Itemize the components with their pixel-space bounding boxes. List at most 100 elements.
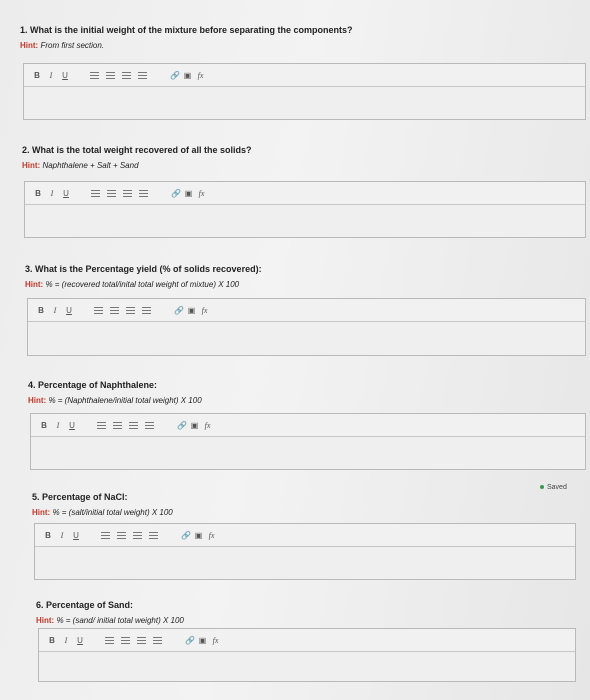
numbered-list-icon[interactable] [110, 306, 119, 314]
image-icon[interactable]: ▣ [184, 189, 193, 198]
answer-textarea[interactable] [24, 87, 585, 119]
outdent-icon[interactable] [129, 421, 138, 429]
editor-toolbar: B I U 🔗 ▣ fx [31, 414, 585, 437]
question-1: 1. What is the initial weight of the mix… [20, 25, 353, 50]
bullet-list-icon[interactable] [90, 71, 99, 79]
editor-toolbar: B I U 🔗 ▣ fx [25, 182, 585, 205]
italic-button[interactable]: I [50, 306, 60, 315]
indent-icon[interactable] [139, 189, 148, 197]
question-2: 2. What is the total weight recovered of… [22, 145, 252, 170]
formula-icon[interactable]: fx [211, 636, 220, 645]
hint-label: Hint: [25, 280, 44, 289]
quiz-page: 1. What is the initial weight of the mix… [0, 0, 590, 700]
underline-button[interactable]: U [64, 306, 74, 315]
hint-label: Hint: [28, 396, 47, 405]
indent-icon[interactable] [153, 636, 162, 644]
underline-button[interactable]: U [75, 636, 85, 645]
hint-text: % = (Naphthalene/initial total weight) X… [48, 396, 202, 405]
answer-textarea[interactable] [25, 205, 585, 237]
image-icon[interactable]: ▣ [187, 306, 196, 315]
image-icon[interactable]: ▣ [190, 421, 199, 430]
bullet-list-icon[interactable] [101, 531, 110, 539]
italic-button[interactable]: I [61, 636, 71, 645]
formula-icon[interactable]: fx [207, 531, 216, 540]
formula-icon[interactable]: fx [196, 71, 205, 80]
answer-textarea[interactable] [35, 547, 575, 579]
editor-toolbar: B I U 🔗 ▣ fx [24, 64, 585, 87]
link-icon[interactable]: 🔗 [170, 71, 180, 80]
question-title: 4. Percentage of Naphthalene: [28, 380, 158, 390]
question-title: 1. What is the initial weight of the mix… [20, 25, 353, 35]
numbered-list-icon[interactable] [113, 421, 122, 429]
underline-button[interactable]: U [71, 531, 81, 540]
bold-button[interactable]: B [33, 189, 43, 198]
image-icon[interactable]: ▣ [194, 531, 203, 540]
bold-button[interactable]: B [43, 531, 53, 540]
hint-label: Hint: [22, 161, 41, 170]
numbered-list-icon[interactable] [107, 189, 116, 197]
question-hint: Hint: Naphthalene + Salt + Sand [22, 161, 252, 170]
bullet-list-icon[interactable] [97, 421, 106, 429]
hint-text: % = (salt/initial total weight) X 100 [52, 508, 173, 517]
editor-toolbar: B I U 🔗 ▣ fx [28, 299, 585, 322]
link-icon[interactable]: 🔗 [171, 189, 181, 198]
image-icon[interactable]: ▣ [198, 636, 207, 645]
question-6: 6. Percentage of Sand: Hint: % = (sand/ … [36, 600, 184, 625]
italic-button[interactable]: I [46, 71, 56, 80]
outdent-icon[interactable] [137, 636, 146, 644]
answer-editor-5: B I U 🔗 ▣ fx [34, 523, 576, 580]
image-icon[interactable]: ▣ [183, 71, 192, 80]
underline-button[interactable]: U [61, 189, 71, 198]
question-title: 6. Percentage of Sand: [36, 600, 134, 610]
italic-button[interactable]: I [53, 421, 63, 430]
link-icon[interactable]: 🔗 [181, 531, 191, 540]
outdent-icon[interactable] [133, 531, 142, 539]
saved-dot-icon [540, 485, 544, 490]
link-icon[interactable]: 🔗 [177, 421, 187, 430]
answer-editor-1: B I U 🔗 ▣ fx [23, 63, 586, 120]
answer-editor-4: B I U 🔗 ▣ fx [30, 413, 586, 470]
underline-button[interactable]: U [60, 71, 70, 80]
indent-icon[interactable] [145, 421, 154, 429]
hint-text: % = (sand/ initial total weight) X 100 [56, 616, 184, 625]
underline-button[interactable]: U [67, 421, 77, 430]
indent-icon[interactable] [138, 71, 147, 79]
outdent-icon[interactable] [122, 71, 131, 79]
link-icon[interactable]: 🔗 [174, 306, 184, 315]
numbered-list-icon[interactable] [117, 531, 126, 539]
hint-label: Hint: [20, 41, 39, 50]
answer-textarea[interactable] [28, 322, 585, 355]
hint-label: Hint: [36, 616, 55, 625]
indent-icon[interactable] [149, 531, 158, 539]
bold-button[interactable]: B [32, 71, 42, 80]
bold-button[interactable]: B [36, 306, 46, 315]
answer-textarea[interactable] [39, 652, 575, 681]
indent-icon[interactable] [142, 306, 151, 314]
question-title: 5. Percentage of NaCl: [32, 492, 128, 502]
bold-button[interactable]: B [47, 636, 57, 645]
formula-icon[interactable]: fx [203, 421, 212, 430]
saved-label: Saved [547, 484, 567, 491]
answer-textarea[interactable] [31, 437, 585, 469]
italic-button[interactable]: I [57, 531, 67, 540]
editor-toolbar: B I U 🔗 ▣ fx [39, 629, 575, 652]
italic-button[interactable]: I [47, 189, 57, 198]
bullet-list-icon[interactable] [105, 636, 114, 644]
hint-label: Hint: [32, 508, 51, 517]
hint-text: % = (recovered total/inital total weight… [45, 280, 240, 289]
hint-text: From first section. [40, 41, 105, 50]
question-hint: Hint: % = (Naphthalene/initial total wei… [28, 396, 202, 405]
formula-icon[interactable]: fx [200, 306, 209, 315]
question-hint: Hint: % = (recovered total/inital total … [25, 280, 262, 289]
formula-icon[interactable]: fx [197, 189, 206, 198]
bullet-list-icon[interactable] [91, 189, 100, 197]
numbered-list-icon[interactable] [106, 71, 115, 79]
bold-button[interactable]: B [39, 421, 49, 430]
numbered-list-icon[interactable] [121, 636, 130, 644]
link-icon[interactable]: 🔗 [185, 636, 195, 645]
outdent-icon[interactable] [126, 306, 135, 314]
outdent-icon[interactable] [123, 189, 132, 197]
question-title: 3. What is the Percentage yield (% of so… [25, 264, 262, 274]
bullet-list-icon[interactable] [94, 306, 103, 314]
answer-editor-3: B I U 🔗 ▣ fx [27, 298, 586, 356]
